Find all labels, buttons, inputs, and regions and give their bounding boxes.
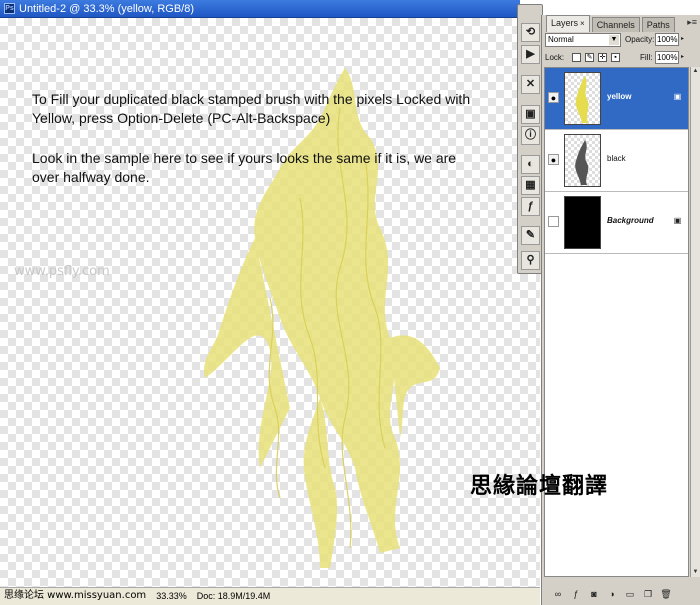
panel-icon-strip: ⟲ ▶ ✕ ▣ ⓘ ◐ ▦ ƒ ✎ ⚲ bbox=[517, 4, 543, 274]
trash-icon[interactable]: 🗑 bbox=[660, 588, 672, 600]
eye-icon[interactable]: ● bbox=[548, 92, 559, 103]
panel-tabs: Layers × Channels Paths bbox=[542, 15, 700, 32]
photoshop-app-icon: Ps bbox=[4, 3, 15, 14]
fill-arrow-icon[interactable]: ▸ bbox=[681, 51, 688, 64]
swatches-icon[interactable]: ▦ bbox=[521, 176, 540, 195]
document-canvas[interactable]: To Fill your duplicated black stamped br… bbox=[0, 18, 540, 590]
scroll-up-icon[interactable]: ▲ bbox=[691, 67, 700, 76]
instruction-paragraph-2: Look in the sample here to see if yours … bbox=[32, 150, 457, 185]
layer-thumbnail-yellow bbox=[564, 72, 601, 125]
layers-list: ● yellow ▣ ● black ● bbox=[544, 67, 689, 577]
blend-mode-select[interactable]: Normal ▼ bbox=[545, 33, 621, 47]
lock-icon: ▣ bbox=[673, 92, 682, 101]
layer-name-yellow[interactable]: yellow bbox=[607, 92, 631, 101]
history-icon[interactable]: ⟲ bbox=[521, 23, 540, 42]
tools-icon[interactable]: ✕ bbox=[521, 75, 540, 94]
fill-label: Fill: bbox=[640, 53, 653, 62]
status-doc-info: Doc: 18.9M/19.4M bbox=[196, 591, 271, 601]
tab-channels[interactable]: Channels bbox=[591, 17, 640, 32]
yellow-brush-thumb-icon bbox=[575, 76, 589, 123]
layer-thumbnail-black bbox=[564, 134, 601, 187]
status-bar: 思缘论坛 www.missyuan.com 33.33% Doc: 18.9M/… bbox=[0, 587, 540, 605]
actions-icon[interactable]: ▶ bbox=[521, 45, 540, 64]
translation-watermark: 思緣論壇翻譯 bbox=[470, 473, 609, 499]
tab-paths-label: Paths bbox=[646, 20, 670, 30]
brushes-icon[interactable]: ✎ bbox=[521, 226, 540, 245]
status-zoom[interactable]: 33.33% bbox=[156, 588, 187, 605]
layer-name-background[interactable]: Background bbox=[607, 216, 654, 225]
scroll-down-icon[interactable]: ▼ bbox=[691, 568, 700, 577]
tab-paths[interactable]: Paths bbox=[641, 17, 675, 32]
new-layer-icon[interactable]: ❐ bbox=[642, 588, 654, 600]
navigator-icon[interactable]: ▣ bbox=[521, 105, 540, 124]
group-icon[interactable]: ▭ bbox=[624, 588, 636, 600]
lock-transparent-icon[interactable] bbox=[572, 53, 581, 62]
instruction-paragraph-1: To Fill your duplicated black stamped br… bbox=[32, 91, 471, 126]
fx-icon[interactable]: ƒ bbox=[570, 588, 582, 600]
styles-icon[interactable]: ƒ bbox=[521, 197, 540, 216]
lock-position-icon[interactable]: ✛ bbox=[598, 53, 607, 62]
document-titlebar[interactable]: Ps Untitled-2 @ 33.3% (yellow, RGB/8) bbox=[0, 0, 520, 18]
link-icon[interactable]: ∞ bbox=[552, 588, 564, 600]
layers-panel-footer: ∞ ƒ ◙ ◑ ▭ ❐ 🗑 bbox=[542, 585, 700, 603]
document-title: Untitled-2 @ 33.3% (yellow, RGB/8) bbox=[19, 2, 195, 15]
opacity-input[interactable]: 100% bbox=[655, 33, 679, 46]
canvas-watermark: www.psfly.com bbox=[14, 264, 110, 279]
lock-label: Lock: bbox=[545, 53, 565, 62]
layer-row-background[interactable]: ● Background ▣ bbox=[545, 192, 688, 254]
layers-scrollbar[interactable]: ▲ ▼ bbox=[690, 67, 700, 577]
layer-row-yellow[interactable]: ● yellow ▣ bbox=[545, 68, 688, 130]
photoshop-workspace: Ps Untitled-2 @ 33.3% (yellow, RGB/8) To… bbox=[0, 0, 700, 605]
eye-icon[interactable]: ● bbox=[548, 154, 559, 165]
panel-menu-icon[interactable]: ▸≡ bbox=[687, 17, 697, 28]
layers-panel: Layers × Channels Paths ▸≡ Normal ▼ Opaci… bbox=[541, 15, 700, 605]
black-brush-thumb-icon bbox=[575, 140, 589, 185]
eye-off-icon[interactable]: ● bbox=[548, 216, 559, 227]
color-icon[interactable]: ◐ bbox=[521, 155, 540, 174]
layer-name-black[interactable]: black bbox=[607, 154, 626, 163]
lock-all-icon[interactable]: ▪ bbox=[611, 53, 620, 62]
opacity-arrow-icon[interactable]: ▸ bbox=[681, 33, 688, 46]
layer-row-black[interactable]: ● black bbox=[545, 130, 688, 192]
clone-source-icon[interactable]: ⚲ bbox=[521, 251, 540, 270]
layer-thumbnail-background bbox=[564, 196, 601, 249]
status-site-watermark: 思缘论坛 www.missyuan.com bbox=[4, 590, 147, 601]
close-icon[interactable]: × bbox=[580, 19, 585, 28]
chevron-down-icon: ▼ bbox=[609, 35, 619, 45]
adjustment-icon[interactable]: ◑ bbox=[606, 588, 618, 600]
tab-layers-label: Layers bbox=[551, 18, 579, 28]
blend-opacity-row: Normal ▼ Opacity: 100% ▸ bbox=[545, 33, 698, 48]
blend-mode-value: Normal bbox=[548, 35, 574, 44]
mask-icon[interactable]: ◙ bbox=[588, 588, 600, 600]
opacity-label: Opacity: bbox=[625, 35, 655, 44]
fill-input[interactable]: 100% bbox=[655, 51, 679, 64]
yellow-brush-artwork bbox=[203, 68, 440, 568]
tab-layers[interactable]: Layers × bbox=[546, 15, 590, 32]
lock-icon: ▣ bbox=[673, 216, 682, 225]
lock-image-icon[interactable]: ✎ bbox=[585, 53, 594, 62]
lock-fill-row: Lock: ✎ ✛ ▪ Fill: 100% ▸ bbox=[545, 51, 698, 66]
info-icon[interactable]: ⓘ bbox=[521, 126, 540, 145]
tab-channels-label: Channels bbox=[596, 20, 635, 30]
